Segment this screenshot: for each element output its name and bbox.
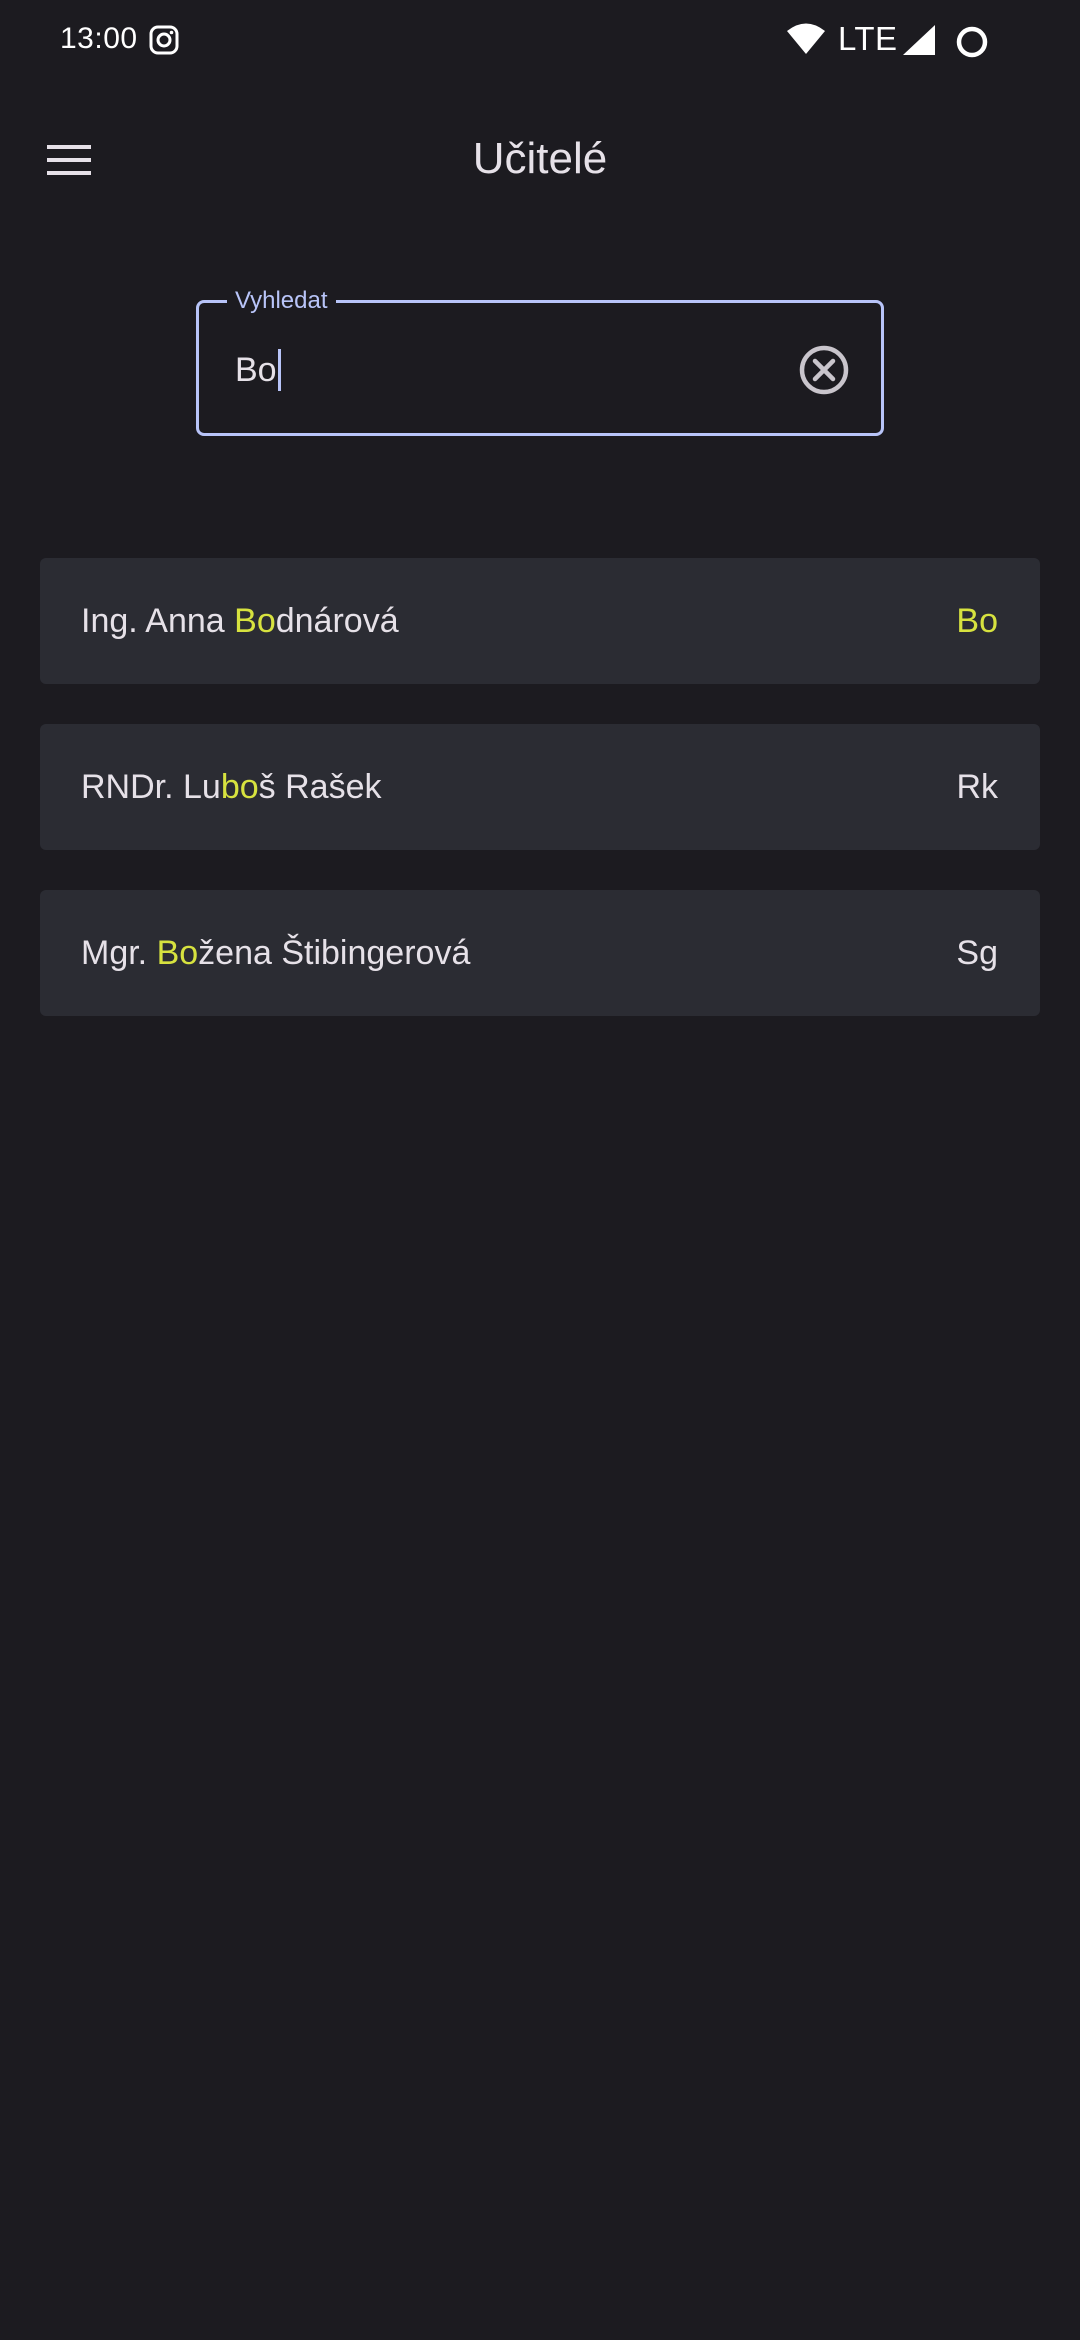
teacher-abbreviation: Sg	[956, 933, 998, 972]
teacher-name: Mgr. Bo žena Štibingerová	[81, 933, 471, 972]
search-match-highlight: Bo	[234, 601, 276, 640]
teacher-list: Ing. Anna Bo dnárová Bo RNDr. Lu bo š Rašek…	[40, 558, 1040, 1056]
app-bar: Učitelé	[0, 100, 1080, 224]
teacher-abbreviation: Bo	[956, 601, 998, 640]
search-field[interactable]: Vyhledat Bo	[196, 285, 884, 436]
signal-icon	[903, 25, 935, 55]
text-cursor	[277, 349, 281, 391]
search-match-highlight: bo	[220, 767, 259, 806]
network-type-label: LTE	[838, 20, 898, 57]
teacher-name: Ing. Anna Bo dnárová	[81, 601, 399, 640]
search-input-value: Bo	[235, 350, 277, 389]
teacher-name: RNDr. Lu bo š Rašek	[81, 767, 382, 806]
search-label: Vyhledat	[227, 285, 336, 317]
instagram-icon	[149, 25, 179, 55]
search-match-highlight: Bo	[156, 933, 199, 972]
teacher-list-item[interactable]: Mgr. Bo žena Štibingerová Sg	[40, 890, 1040, 1016]
wifi-icon	[787, 23, 825, 54]
teachers-screen: 13:00 LTE Učitelé Vyhledat Bo Ing. Anna …	[0, 0, 1080, 2340]
search-input[interactable]: Bo	[235, 345, 755, 395]
clear-circle-icon[interactable]	[797, 343, 851, 397]
status-time: 13:00	[60, 22, 138, 55]
page-title: Učitelé	[472, 134, 608, 183]
teacher-abbreviation: Rk	[956, 767, 998, 806]
battery-icon	[956, 26, 988, 58]
teacher-list-item[interactable]: RNDr. Lu bo š Rašek Rk	[40, 724, 1040, 850]
teacher-list-item[interactable]: Ing. Anna Bo dnárová Bo	[40, 558, 1040, 684]
status-bar: 13:00 LTE	[0, 0, 1080, 82]
